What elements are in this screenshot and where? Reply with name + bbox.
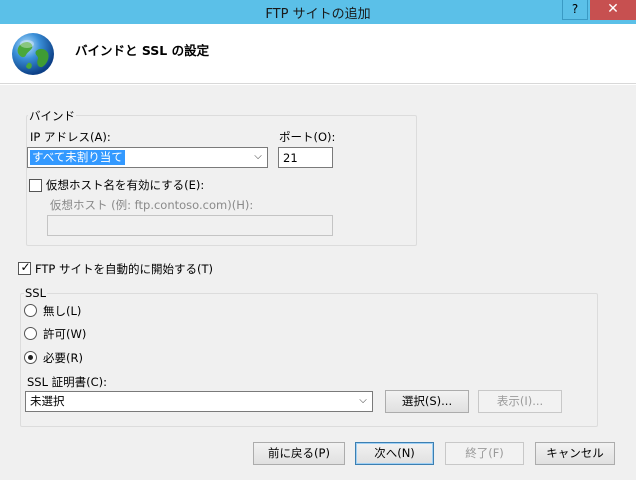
binding-group-label: バインド: [28, 108, 76, 124]
virtual-host-checkbox-label: 仮想ホスト名を有効にする(E):: [46, 178, 205, 192]
autostart-checkbox[interactable]: ✓: [18, 260, 31, 275]
ssl-group-label: SSL: [24, 286, 48, 300]
close-button[interactable]: ✕: [590, 0, 636, 20]
ssl-cert-dropdown[interactable]: 未選択 ⌵: [25, 391, 373, 412]
ssl-allow-label: 許可(W): [43, 327, 87, 341]
ssl-require-radio[interactable]: [24, 351, 37, 364]
wizard-content: バインド IP アドレス(A): すべて未割り当て ⌵ ポート(O): 21 仮…: [0, 85, 636, 480]
back-button[interactable]: 前に戻る(P): [253, 442, 345, 465]
globe-icon: [12, 33, 54, 75]
virtual-host-field[interactable]: [47, 215, 333, 236]
port-field[interactable]: 21: [278, 147, 333, 168]
ssl-none-label: 無し(L): [43, 304, 82, 318]
ssl-require-label: 必要(R): [43, 351, 83, 365]
window-title: FTP サイトの追加: [265, 7, 371, 22]
page-title: バインドと SSL の設定: [75, 43, 210, 58]
finish-button[interactable]: 終了(F): [445, 442, 524, 465]
ssl-allow-radio[interactable]: [24, 327, 37, 340]
wizard-header: バインドと SSL の設定: [0, 24, 636, 84]
select-cert-button[interactable]: 選択(S)...: [385, 390, 469, 413]
next-button[interactable]: 次へ(N): [355, 442, 434, 465]
ip-address-dropdown[interactable]: すべて未割り当て ⌵: [27, 147, 268, 168]
view-cert-button[interactable]: 表示(I)...: [478, 390, 562, 413]
ssl-cert-value: 未選択: [30, 394, 65, 408]
virtual-host-field-label: 仮想ホスト (例: ftp.contoso.com)(H):: [50, 198, 254, 212]
ip-address-label: IP アドレス(A):: [30, 130, 111, 144]
chevron-down-icon: ⌵: [359, 395, 367, 406]
radio-selected-dot: [28, 355, 33, 360]
ssl-cert-label: SSL 証明書(C):: [27, 375, 108, 389]
title-bar: FTP サイトの追加 ? ✕: [0, 0, 636, 24]
ssl-none-radio[interactable]: [24, 304, 37, 317]
cancel-button[interactable]: キャンセル: [535, 442, 615, 465]
help-button[interactable]: ?: [562, 0, 588, 20]
ip-address-value: すべて未割り当て: [30, 150, 125, 165]
chevron-down-icon: ⌵: [254, 151, 262, 162]
autostart-checkbox-label: FTP サイトを自動的に開始する(T): [35, 262, 214, 276]
port-label: ポート(O):: [279, 130, 336, 144]
checkmark-icon: ✓: [20, 260, 31, 274]
port-value: 21: [283, 151, 298, 165]
virtual-host-checkbox[interactable]: [29, 179, 42, 192]
